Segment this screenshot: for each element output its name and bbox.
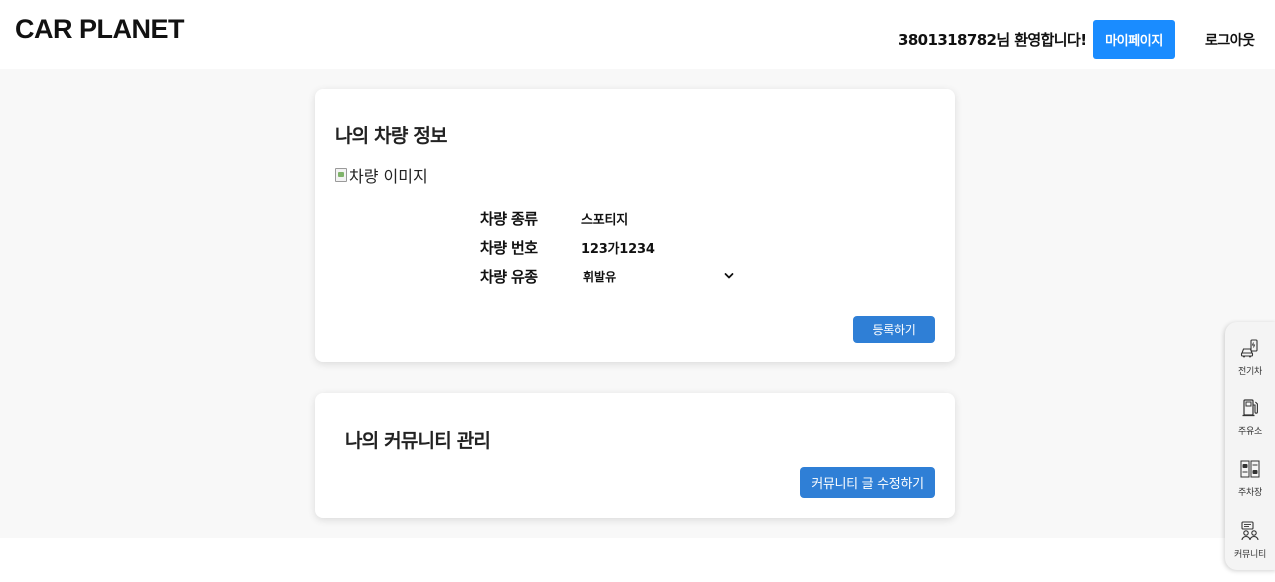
- car-number-label: 차량 번호: [480, 239, 538, 257]
- fuel-type-select[interactable]: 휘발유: [581, 267, 737, 287]
- quick-menu-community-label: 커뮤니티: [1234, 550, 1266, 560]
- broken-image-icon: [335, 168, 347, 182]
- car-number-value: 123가1234: [581, 242, 655, 257]
- quick-menu-parking-label: 주차장: [1238, 488, 1262, 498]
- quick-menu-community[interactable]: 커뮤니티: [1225, 520, 1275, 576]
- quick-menu-gas[interactable]: 주유소: [1225, 397, 1275, 453]
- car-type-row: 차량 종류 스포티지: [480, 208, 628, 229]
- community-title: 나의 커뮤니티 관리: [345, 430, 491, 452]
- car-image: 차량 이미지: [335, 163, 428, 187]
- site-logo[interactable]: CAR PLANET: [15, 14, 185, 45]
- quick-menu-parking[interactable]: 주차장: [1225, 458, 1275, 514]
- quick-menu-gas-label: 주유소: [1238, 427, 1262, 437]
- welcome-message: 3801318782님 환영합니다!: [898, 31, 1087, 49]
- car-image-alt: 차량 이미지: [349, 167, 428, 186]
- register-button[interactable]: 등록하기: [853, 316, 935, 343]
- quick-menu-ev[interactable]: 전기차: [1225, 337, 1275, 393]
- car-info-title: 나의 차량 정보: [335, 125, 448, 147]
- gas-station-icon: [1242, 399, 1258, 417]
- community-icon: [1241, 521, 1259, 541]
- edit-community-post-button[interactable]: 커뮤니티 글 수정하기: [800, 467, 935, 498]
- car-type-value: 스포티지: [581, 213, 629, 228]
- fuel-type-label: 차량 유종: [480, 268, 538, 286]
- parking-icon: [1240, 460, 1260, 478]
- logout-link[interactable]: 로그아웃: [1205, 30, 1255, 50]
- quick-menu-ev-label: 전기차: [1238, 367, 1262, 377]
- car-info-card: 나의 차량 정보 차량 이미지 차량 종류 스포티지 차량 번호 123가123…: [315, 89, 955, 362]
- ev-charger-icon: [1240, 339, 1258, 358]
- car-number-row: 차량 번호 123가1234: [480, 237, 655, 258]
- fuel-type-value: 휘발유: [583, 270, 617, 284]
- chevron-down-icon: [724, 272, 734, 278]
- header: CAR PLANET 3801318782님 환영합니다! 마이페이지 로그아웃: [0, 0, 1275, 69]
- mypage-button[interactable]: 마이페이지: [1093, 20, 1175, 59]
- floating-quick-menu: 전기차 주유소 주차장 커뮤니티: [1225, 322, 1275, 570]
- fuel-type-row: 차량 유종 휘발유: [480, 266, 737, 287]
- car-type-label: 차량 종류: [480, 210, 538, 228]
- community-card: 나의 커뮤니티 관리 커뮤니티 글 수정하기: [315, 393, 955, 518]
- main-content: 나의 차량 정보 차량 이미지 차량 종류 스포티지 차량 번호 123가123…: [0, 69, 1275, 538]
